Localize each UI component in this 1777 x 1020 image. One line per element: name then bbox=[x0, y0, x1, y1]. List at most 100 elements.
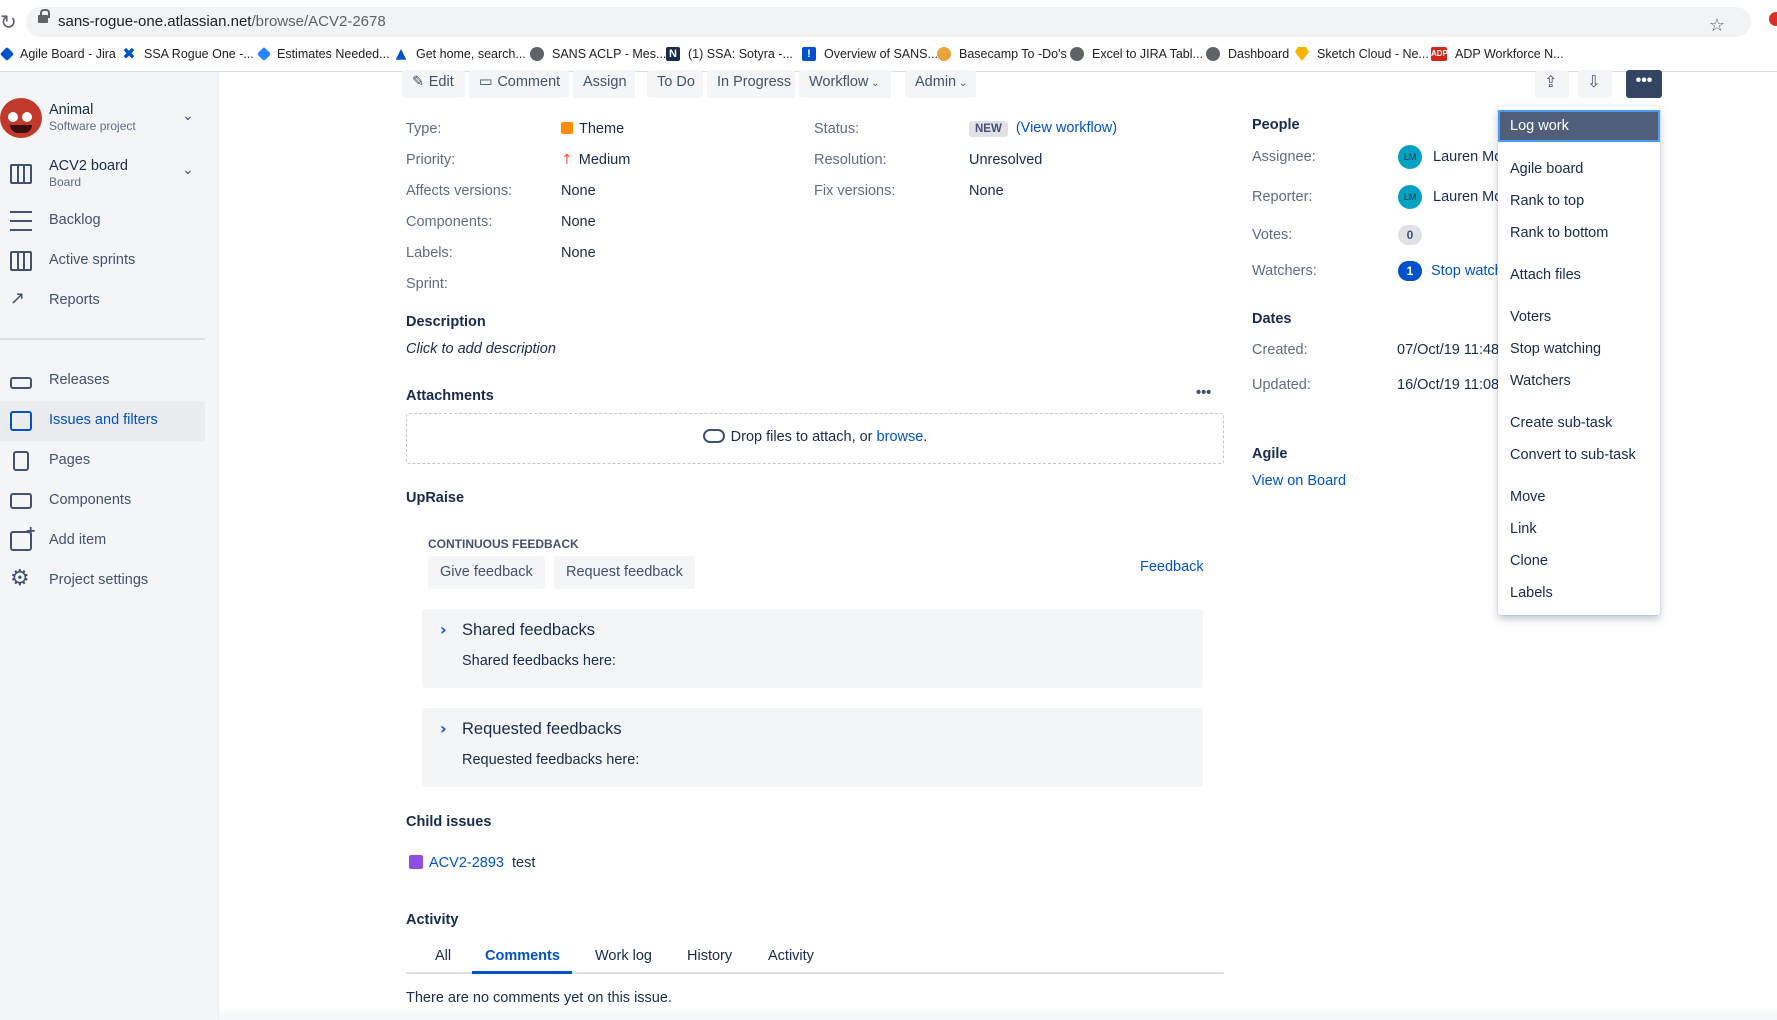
chevron-down-icon[interactable]: ⌄ bbox=[182, 108, 194, 124]
bookmark-overview-sans[interactable]: ! Overview of SANS... bbox=[802, 47, 938, 61]
shared-feedbacks-title[interactable]: Shared feedbacks bbox=[462, 621, 595, 640]
priority-value[interactable]: ↑ Medium bbox=[561, 152, 630, 168]
menu-item-watchers[interactable]: Watchers bbox=[1498, 365, 1660, 397]
labels-value[interactable]: None bbox=[561, 245, 596, 261]
status-badge[interactable]: NEW bbox=[969, 121, 1008, 137]
bookmark-get-home[interactable]: ▲ Get home, search... bbox=[394, 47, 526, 61]
assign-button[interactable]: Assign bbox=[573, 70, 635, 98]
cloud-upload-icon bbox=[702, 429, 725, 443]
sidebar-item-components[interactable]: Components bbox=[0, 481, 205, 521]
sidebar-item-add-item[interactable]: Add item bbox=[0, 521, 205, 561]
feedback-link[interactable]: Feedback bbox=[1140, 559, 1204, 575]
export-button[interactable]: ⇩ bbox=[1578, 70, 1612, 98]
components-value[interactable]: None bbox=[561, 214, 596, 230]
affects-versions-value[interactable]: None bbox=[561, 183, 596, 199]
bookmark-basecamp[interactable]: Basecamp To -Do's bbox=[937, 47, 1067, 61]
workflow-dropdown[interactable]: Workflow ⌄ bbox=[799, 70, 891, 98]
browser-address-bar: ↻ sans-rogue-one.atlassian.net/browse/AC… bbox=[0, 0, 1777, 42]
type-value[interactable]: Theme bbox=[561, 121, 624, 137]
watchers-count[interactable]: 1 bbox=[1398, 261, 1422, 281]
labels-label: Labels: bbox=[406, 245, 453, 261]
tab-activity[interactable]: Activity bbox=[768, 948, 814, 964]
sidebar-item-reports[interactable]: Reports bbox=[0, 281, 205, 321]
requested-feedbacks-panel[interactable]: › Requested feedbacks Requested feedback… bbox=[422, 708, 1203, 787]
in-progress-button[interactable]: In Progress bbox=[707, 70, 795, 98]
menu-item-move[interactable]: Move bbox=[1498, 481, 1660, 513]
view-workflow-link[interactable]: (View workflow) bbox=[1016, 120, 1117, 136]
bookmark-star-icon[interactable]: ☆ bbox=[1709, 15, 1725, 36]
browse-link[interactable]: browse bbox=[877, 429, 924, 445]
votes-count[interactable]: 0 bbox=[1398, 225, 1422, 245]
shared-feedbacks-panel[interactable]: › Shared feedbacks Shared feedbacks here… bbox=[422, 609, 1203, 688]
tab-history[interactable]: History bbox=[687, 948, 732, 964]
chevron-right-icon[interactable]: › bbox=[440, 620, 447, 639]
sidebar-item-project-settings[interactable]: Project settings bbox=[0, 561, 205, 601]
child-issue-key[interactable]: ACV2-2893 bbox=[429, 855, 504, 871]
attachment-dropzone[interactable]: Drop files to attach, or browse. bbox=[406, 413, 1224, 464]
bookmark-sans-aclp[interactable]: SANS ACLP - Mes... bbox=[530, 47, 666, 61]
project-switcher[interactable]: Animal Software project ⌄ bbox=[0, 96, 210, 140]
give-feedback-button[interactable]: Give feedback bbox=[428, 556, 545, 589]
sidebar-item-active-sprints[interactable]: Active sprints bbox=[0, 241, 205, 281]
lock-icon[interactable] bbox=[38, 9, 50, 23]
assignee-value[interactable]: Lauren Mc bbox=[1433, 149, 1502, 165]
chevron-down-icon: ⌄ bbox=[868, 78, 880, 89]
description-field[interactable]: Click to add description bbox=[406, 341, 556, 357]
menu-item-stop-watching[interactable]: Stop watching bbox=[1498, 333, 1660, 365]
tab-work-log[interactable]: Work log bbox=[595, 948, 652, 964]
menu-item-rank-to-bottom[interactable]: Rank to bottom bbox=[1498, 217, 1660, 249]
sidebar-item-issues-and-filters[interactable]: Issues and filters bbox=[0, 401, 205, 441]
menu-item-convert-to-sub-task[interactable]: Convert to sub-task bbox=[1498, 439, 1660, 471]
menu-item-clone[interactable]: Clone bbox=[1498, 545, 1660, 577]
confluence-icon: ✖ bbox=[122, 44, 136, 63]
tab-comments[interactable]: Comments bbox=[485, 948, 560, 964]
menu-item-labels[interactable]: Labels bbox=[1498, 577, 1660, 609]
menu-item-rank-to-top[interactable]: Rank to top bbox=[1498, 185, 1660, 217]
shared-feedbacks-body: Shared feedbacks here: bbox=[462, 653, 616, 669]
profile-icon[interactable] bbox=[1769, 12, 1777, 26]
bookmark-excel-to-jira[interactable]: Excel to JIRA Tabl... bbox=[1070, 47, 1203, 61]
url-field[interactable]: sans-rogue-one.atlassian.net/browse/ACV2… bbox=[26, 7, 1751, 37]
menu-item-log-work[interactable]: Log work bbox=[1498, 110, 1660, 142]
sidebar-item-pages[interactable]: Pages bbox=[0, 441, 205, 481]
attachments-more-button[interactable]: ••• bbox=[1196, 385, 1211, 401]
view-on-board-link[interactable]: View on Board bbox=[1252, 473, 1346, 489]
chevron-right-icon[interactable]: › bbox=[440, 719, 447, 738]
tab-all[interactable]: All bbox=[435, 948, 451, 964]
bookmark-sketch-cloud[interactable]: Sketch Cloud - Ne... bbox=[1295, 47, 1429, 61]
chevron-down-icon[interactable]: ⌄ bbox=[182, 162, 194, 178]
requested-feedbacks-title[interactable]: Requested feedbacks bbox=[462, 720, 622, 739]
bookmark-ssa-sotyra[interactable]: N (1) SSA: Sotyra -... bbox=[666, 47, 793, 61]
bookmark-estimates-needed[interactable]: Estimates Needed... bbox=[256, 46, 390, 62]
share-button[interactable]: ⇪ bbox=[1535, 70, 1569, 98]
activity-tabs: All Comments Work log History Activity bbox=[406, 940, 1224, 974]
reporter-label: Reporter: bbox=[1252, 189, 1313, 205]
board-switcher[interactable]: ACV2 board Board ⌄ bbox=[0, 158, 210, 202]
reporter-value[interactable]: Lauren Mc bbox=[1433, 189, 1502, 205]
menu-item-agile-board[interactable]: Agile board bbox=[1498, 153, 1660, 185]
url-text[interactable]: sans-rogue-one.atlassian.net/browse/ACV2… bbox=[58, 13, 386, 30]
todo-button[interactable]: To Do bbox=[647, 70, 703, 98]
more-actions-button[interactable]: ••• bbox=[1626, 70, 1662, 98]
sidebar-item-releases[interactable]: Releases bbox=[0, 361, 205, 401]
bookmark-ssa-rogue-one[interactable]: ✖ SSA Rogue One -... bbox=[122, 44, 254, 63]
request-feedback-button[interactable]: Request feedback bbox=[554, 556, 695, 589]
bookmark-agile-board[interactable]: Agile Board - Jira bbox=[0, 46, 116, 62]
menu-item-link[interactable]: Link bbox=[1498, 513, 1660, 545]
comment-button[interactable]: ▭ Comment bbox=[469, 70, 569, 98]
sidebar-item-backlog[interactable]: Backlog bbox=[0, 201, 205, 241]
bookmark-dashboard[interactable]: Dashboard bbox=[1206, 47, 1289, 61]
menu-item-voters[interactable]: Voters bbox=[1498, 301, 1660, 333]
reload-icon[interactable]: ↻ bbox=[0, 10, 17, 34]
stop-watching-link[interactable]: Stop watch bbox=[1431, 263, 1503, 279]
affects-versions-label: Affects versions: bbox=[406, 183, 513, 199]
project-type: Software project bbox=[49, 119, 136, 133]
admin-dropdown[interactable]: Admin ⌄ bbox=[905, 70, 976, 98]
fix-versions-value[interactable]: None bbox=[969, 183, 1004, 199]
menu-item-create-sub-task[interactable]: Create sub-task bbox=[1498, 407, 1660, 439]
menu-item-attach-files[interactable]: Attach files bbox=[1498, 259, 1660, 291]
bookmark-adp[interactable]: ADP ADP Workforce N... bbox=[1431, 47, 1564, 61]
votes-label: Votes: bbox=[1252, 227, 1293, 243]
child-issue-summary[interactable]: test bbox=[512, 855, 535, 871]
edit-button[interactable]: ✎ Edit bbox=[402, 70, 465, 98]
